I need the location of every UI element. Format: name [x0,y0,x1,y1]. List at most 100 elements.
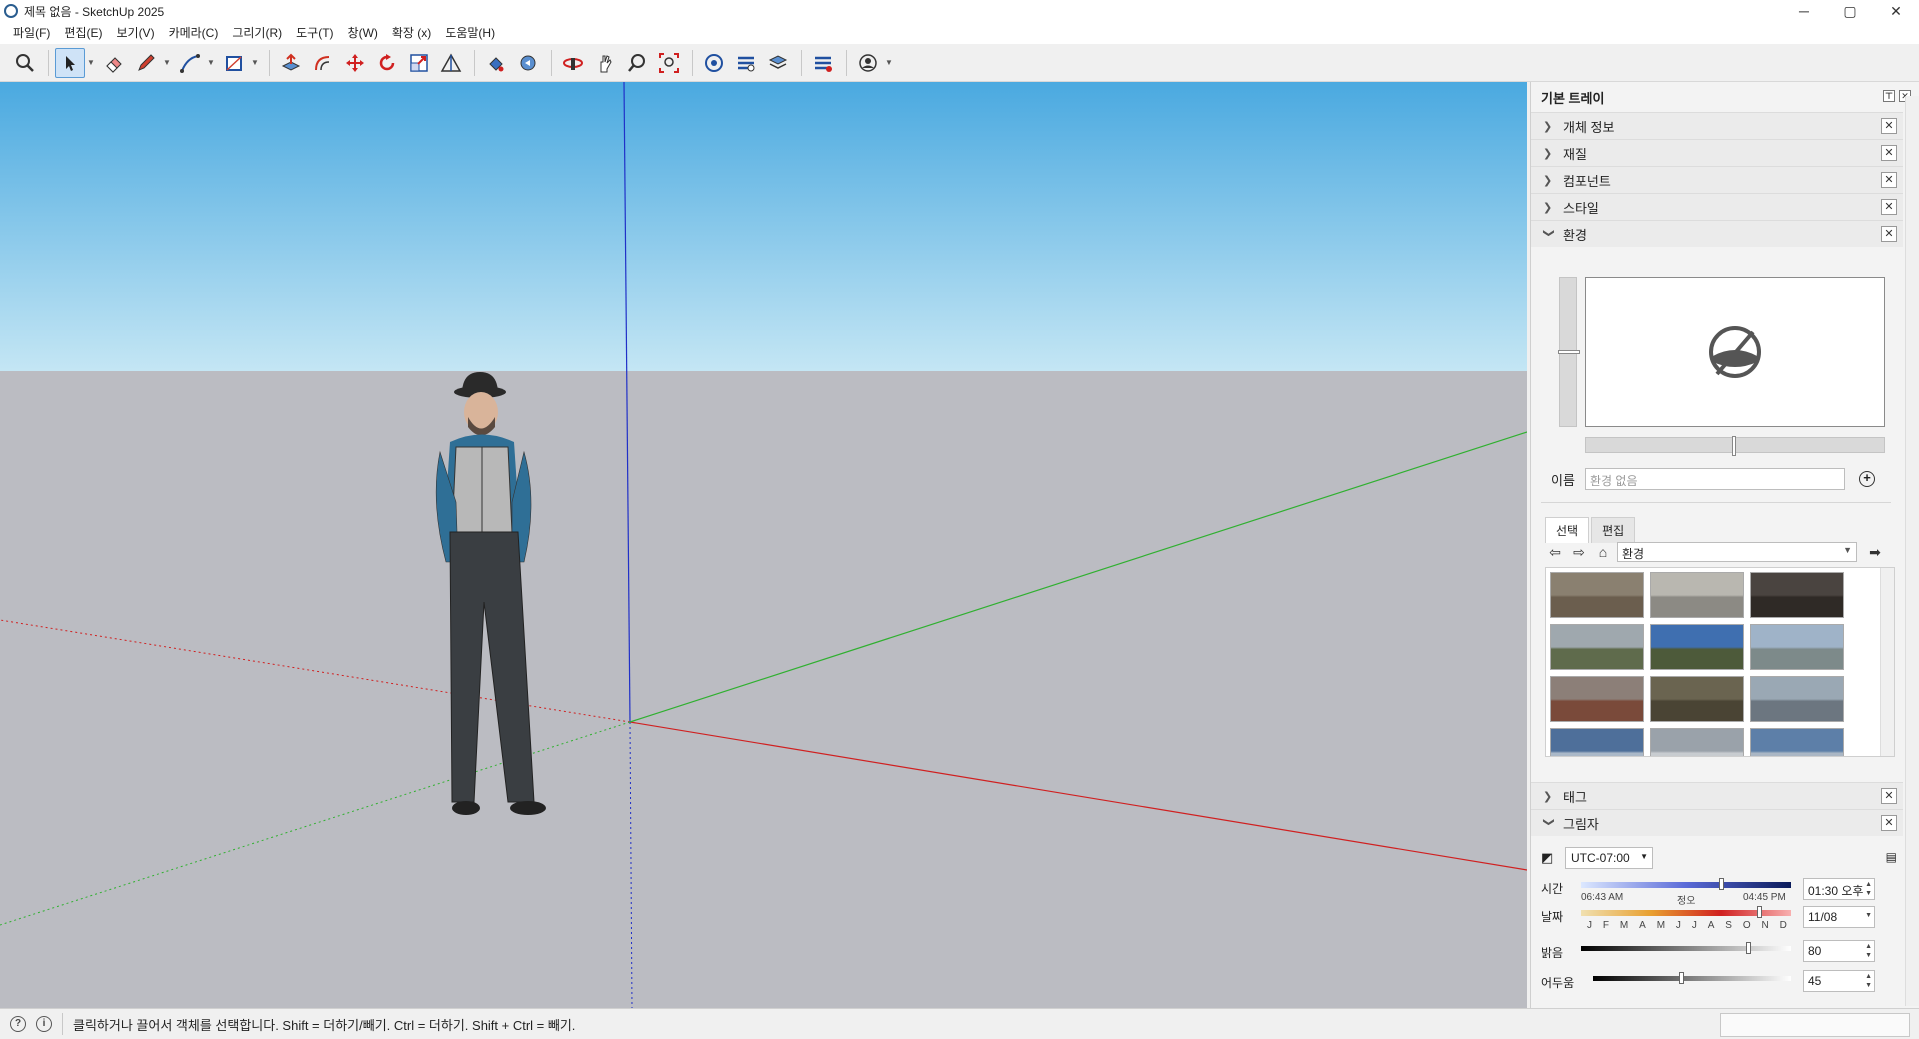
tape-measure-icon[interactable] [436,48,466,78]
spinner-arrows-icon[interactable]: ▲ ▼ [1865,942,1872,960]
time-input[interactable]: 01:30 오후 ▲ ▼ [1803,878,1875,900]
environment-thumbnail[interactable] [1750,572,1844,618]
add-environment-icon[interactable]: + [1859,471,1875,487]
time-slider[interactable] [1581,878,1791,890]
close-panel-icon[interactable]: ✕ [1881,199,1897,215]
offset-icon[interactable] [308,48,338,78]
panel-components[interactable]: ❯ 컴포넌트 ✕ [1531,166,1903,193]
extension-icon[interactable] [731,48,761,78]
orbit-icon[interactable] [558,48,588,78]
follow-me-icon[interactable] [513,48,543,78]
info-icon[interactable]: i [36,1016,52,1032]
menu-window[interactable]: 창(W) [341,22,385,44]
environment-thumbnail[interactable] [1650,676,1744,722]
dark-slider-thumb[interactable] [1679,972,1685,984]
zoom-extents-icon[interactable] [654,48,684,78]
eraser-icon[interactable] [99,48,129,78]
close-panel-icon[interactable]: ✕ [1881,145,1897,161]
paint-icon[interactable] [481,48,511,78]
environment-name-field[interactable]: 환경 없음 [1585,468,1845,490]
rectangle-icon[interactable] [219,48,249,78]
environment-horizontal-slider[interactable] [1585,436,1885,456]
menu-file[interactable]: 파일(F) [6,22,57,44]
dark-slider[interactable] [1593,972,1791,984]
environment-thumbnail[interactable] [1750,676,1844,722]
menu-help[interactable]: 도움말(H) [438,22,502,44]
pencil-dropdown-icon[interactable]: ▼ [163,48,171,78]
details-arrow-icon[interactable]: ➡ [1865,542,1885,562]
warehouse-icon[interactable] [699,48,729,78]
menu-edit[interactable]: 편집(E) [57,22,109,44]
panel-shadows[interactable]: ❯ 그림자 ✕ [1531,809,1903,836]
slider-thumb[interactable] [1558,350,1580,354]
chevron-down-icon[interactable]: ▼ [1865,911,1872,920]
close-panel-icon[interactable]: ✕ [1881,815,1897,831]
geolocation-icon[interactable]: ? [10,1016,26,1032]
maximize-button[interactable]: ▢ [1827,0,1873,22]
close-window-button[interactable]: ✕ [1873,0,1919,22]
search-icon[interactable] [10,48,40,78]
environment-thumbnail[interactable] [1650,728,1744,756]
measurements-box[interactable] [1720,1013,1910,1037]
environment-thumbnail[interactable] [1750,728,1844,756]
line-dropdown-icon[interactable]: ▼ [207,48,215,78]
menu-view[interactable]: 보기(V) [109,22,161,44]
environment-thumbnail[interactable] [1550,624,1644,670]
date-slider[interactable] [1581,906,1791,918]
panel-entity-info[interactable]: ❯ 개체 정보 ✕ [1531,112,1903,139]
rectangle-dropdown-icon[interactable]: ▼ [251,48,259,78]
zoom-icon[interactable] [622,48,652,78]
panel-environment[interactable]: ❯ 환경 ✕ [1531,220,1903,247]
account-dropdown-icon[interactable]: ▼ [885,48,893,78]
account-icon[interactable] [853,48,883,78]
tab-edit[interactable]: 편집 [1591,517,1636,543]
menu-draw[interactable]: 그리기(R) [225,22,289,44]
close-panel-icon[interactable]: ✕ [1881,172,1897,188]
components-icon[interactable] [808,48,838,78]
pin-tray-icon[interactable]: ⊤ [1883,90,1895,102]
spinner-arrows-icon[interactable]: ▲ ▼ [1865,880,1872,898]
pan-icon[interactable] [590,48,620,78]
home-icon[interactable]: ⌂ [1593,542,1613,562]
close-panel-icon[interactable]: ✕ [1881,118,1897,134]
close-panel-icon[interactable]: ✕ [1881,788,1897,804]
environment-thumbnail[interactable] [1550,572,1644,618]
environment-thumbnail[interactable] [1550,676,1644,722]
dark-input[interactable]: 45 ▲ ▼ [1803,970,1875,992]
select-icon[interactable] [55,47,85,78]
layers-icon[interactable] [763,48,793,78]
scene-canvas[interactable] [0,82,1527,1008]
line-icon[interactable] [175,48,205,78]
date-slider-thumb[interactable] [1756,906,1762,918]
menu-extensions[interactable]: 확장 (x) [385,22,438,44]
move-icon[interactable] [340,48,370,78]
environment-thumbnail[interactable] [1650,624,1744,670]
panel-materials[interactable]: ❯ 재질 ✕ [1531,139,1903,166]
expand-details-icon[interactable]: ▤ [1886,850,1897,864]
date-input[interactable]: 11/08 ▼ [1803,906,1875,928]
minimize-button[interactable]: ─ [1781,0,1827,22]
forward-arrow-icon[interactable]: ⇨ [1569,542,1589,562]
panel-tags[interactable]: ❯ 태그 ✕ [1531,782,1903,809]
collection-select[interactable]: 환경 ▼ [1617,542,1857,562]
menu-camera[interactable]: 카메라(C) [162,22,226,44]
pencil-icon[interactable] [131,48,161,78]
rotate-icon[interactable] [372,48,402,78]
select-dropdown-icon[interactable]: ▼ [87,48,95,78]
environment-vertical-slider[interactable] [1558,277,1580,427]
light-input[interactable]: 80 ▲ ▼ [1803,940,1875,962]
timezone-select[interactable]: UTC-07:00 ▼ [1565,847,1653,869]
environment-thumbnail[interactable] [1650,572,1744,618]
close-panel-icon[interactable]: ✕ [1881,226,1897,242]
spinner-arrows-icon[interactable]: ▲ ▼ [1865,972,1872,990]
environment-thumbnail[interactable] [1750,624,1844,670]
time-slider-thumb[interactable] [1718,878,1724,890]
tab-select[interactable]: 선택 [1545,517,1590,543]
shadow-toggle-icon[interactable]: ◩ [1541,850,1565,866]
light-slider[interactable] [1581,942,1791,954]
menu-tools[interactable]: 도구(T) [289,22,340,44]
slider-thumb[interactable] [1732,436,1736,456]
push-pull-icon[interactable] [276,48,306,78]
panel-styles[interactable]: ❯ 스타일 ✕ [1531,193,1903,220]
modeling-viewport[interactable] [0,82,1527,1008]
